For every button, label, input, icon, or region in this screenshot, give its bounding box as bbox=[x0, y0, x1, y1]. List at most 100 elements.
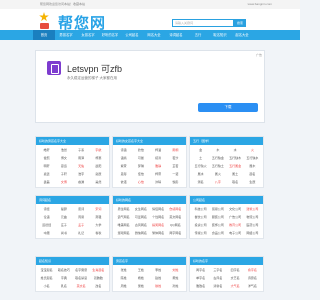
name-link[interactable]: 改名 bbox=[90, 284, 107, 288]
name-link[interactable]: 大气名 bbox=[227, 284, 244, 288]
name-link[interactable]: 三字名 bbox=[209, 268, 226, 272]
name-link[interactable]: 离骚 bbox=[90, 215, 107, 219]
name-link[interactable]: 道德经 bbox=[38, 223, 55, 227]
name-link[interactable]: 两字网名 bbox=[167, 231, 184, 235]
name-link[interactable]: 依诺 bbox=[115, 180, 132, 184]
site-url[interactable]: www.bangnin.com bbox=[248, 0, 272, 9]
panel-title[interactable]: 男孩名字 bbox=[113, 257, 186, 265]
name-link[interactable]: 小名 bbox=[38, 284, 55, 288]
name-link[interactable]: 语嫣 bbox=[115, 156, 132, 160]
name-link[interactable]: 木 bbox=[209, 148, 226, 152]
name-link[interactable]: 紫萱 bbox=[115, 164, 132, 168]
name-link[interactable]: 网络公司 bbox=[244, 231, 261, 235]
name-link[interactable]: 五行缺土 bbox=[209, 164, 226, 168]
name-link[interactable]: 晨阳 bbox=[90, 164, 107, 168]
name-link[interactable]: 取名禁忌 bbox=[73, 276, 90, 280]
name-link[interactable]: 传媒公司 bbox=[192, 231, 209, 235]
panel-title[interactable]: 公司起名 bbox=[190, 196, 263, 204]
name-link[interactable]: 嘉懿 bbox=[38, 172, 55, 176]
name-link[interactable]: 礼记 bbox=[73, 231, 90, 235]
name-link[interactable]: 论语 bbox=[38, 215, 55, 219]
panel-title[interactable]: 诗词起名 bbox=[36, 196, 109, 204]
name-link[interactable]: 文博 bbox=[55, 180, 72, 184]
name-link[interactable]: 张姓 bbox=[115, 268, 132, 272]
name-link[interactable]: 唐诗 bbox=[73, 207, 90, 211]
name-link[interactable]: 梓豪 bbox=[90, 156, 107, 160]
name-link[interactable]: 陈姓 bbox=[115, 276, 132, 280]
name-link[interactable]: 睿渊 bbox=[73, 180, 90, 184]
nav-item[interactable]: 起名大全 bbox=[231, 30, 253, 40]
name-link[interactable]: 梓涵 bbox=[150, 148, 167, 152]
download-button[interactable]: 下载 bbox=[198, 103, 258, 112]
panel-title[interactable]: 好听的网名 bbox=[113, 196, 186, 204]
panel-title[interactable]: 好听的名字 bbox=[190, 257, 263, 265]
name-link[interactable]: 搞笑网名 bbox=[150, 223, 167, 227]
panel-title[interactable]: 好听的女孩名字大全 bbox=[113, 137, 186, 145]
nav-item[interactable]: 网名大全 bbox=[143, 30, 165, 40]
name-link[interactable]: 古风网名 bbox=[132, 223, 149, 227]
name-link[interactable]: 可爱网名 bbox=[132, 215, 149, 219]
name-link[interactable]: 大学 bbox=[90, 223, 107, 227]
name-link[interactable]: 取名技巧 bbox=[55, 268, 72, 272]
name-link[interactable]: 贸易公司 bbox=[209, 207, 226, 211]
name-link[interactable]: 徐姓 bbox=[150, 284, 167, 288]
name-link[interactable]: 文艺名 bbox=[227, 276, 244, 280]
name-link[interactable]: 天佑 bbox=[73, 164, 90, 168]
name-link[interactable]: 梦琪 bbox=[132, 164, 149, 168]
name-link[interactable]: 生辰 bbox=[244, 180, 261, 184]
name-link[interactable]: 英文名 bbox=[73, 284, 90, 288]
name-link[interactable]: 思彤 bbox=[115, 172, 132, 176]
name-link[interactable]: 姓氏起名 bbox=[38, 276, 55, 280]
name-link[interactable]: 霸气网名 bbox=[115, 215, 132, 219]
name-link[interactable]: 五行缺木 bbox=[227, 156, 244, 160]
name-link[interactable]: 文化公司 bbox=[227, 207, 244, 211]
name-link[interactable]: 起名 bbox=[244, 172, 261, 176]
name-link[interactable]: 宋词 bbox=[90, 207, 107, 211]
name-link[interactable]: 火 bbox=[244, 148, 261, 152]
nav-item[interactable]: 取名知识 bbox=[209, 30, 231, 40]
name-link[interactable]: 子轩 bbox=[55, 172, 72, 176]
name-link[interactable]: 俊熙 bbox=[38, 156, 55, 160]
name-link[interactable]: 广告公司 bbox=[227, 215, 244, 219]
name-link[interactable]: 可馨 bbox=[132, 156, 149, 160]
name-link[interactable]: 李姓 bbox=[150, 268, 167, 272]
name-link[interactable]: 春秋 bbox=[90, 231, 107, 235]
name-link[interactable]: 五行属金 bbox=[227, 164, 244, 168]
name-link[interactable]: 悦彤 bbox=[167, 180, 184, 184]
name-link[interactable]: 英文网名 bbox=[167, 215, 184, 219]
name-link[interactable]: 浩宇 bbox=[73, 172, 90, 176]
name-link[interactable]: 明轩 bbox=[38, 164, 55, 168]
name-link[interactable]: 五行缺水 bbox=[244, 156, 261, 160]
name-link[interactable]: 子墨 bbox=[73, 148, 90, 152]
name-link[interactable]: 伤感网名 bbox=[167, 207, 184, 211]
panel-title[interactable]: 五行（国学） bbox=[190, 137, 263, 145]
name-link[interactable]: 王姓 bbox=[132, 268, 149, 272]
name-link[interactable]: 鑫磊 bbox=[38, 180, 55, 184]
name-link[interactable]: 测名 bbox=[192, 180, 209, 184]
name-link[interactable]: 若汐 bbox=[167, 156, 184, 160]
name-link[interactable]: 繁体网名 bbox=[150, 231, 167, 235]
name-link[interactable]: 刘姓 bbox=[167, 268, 184, 272]
name-link[interactable]: 微信网名 bbox=[132, 231, 149, 235]
name-link[interactable]: 周姓 bbox=[115, 284, 132, 288]
name-link[interactable]: 四字名 bbox=[227, 268, 244, 272]
name-link[interactable]: 电子公司 bbox=[227, 231, 244, 235]
name-link[interactable]: 古风名 bbox=[209, 276, 226, 280]
nav-item[interactable]: 好听的名字 bbox=[99, 30, 121, 40]
name-link[interactable]: 中庸 bbox=[38, 231, 55, 235]
name-link[interactable]: 餐饮公司 bbox=[192, 215, 209, 219]
name-link[interactable]: 双胞胎 bbox=[90, 276, 107, 280]
name-link[interactable]: 五行缺金 bbox=[209, 156, 226, 160]
name-link[interactable]: 装饰公司 bbox=[209, 223, 226, 227]
name-link[interactable]: 雅静 bbox=[150, 164, 167, 168]
name-link[interactable]: 孙姓 bbox=[167, 284, 184, 288]
ad-title[interactable]: Letsvpn 可zfb bbox=[67, 62, 122, 75]
name-link[interactable]: 昊然 bbox=[90, 180, 107, 184]
name-link[interactable]: 生肖起名 bbox=[90, 268, 107, 272]
name-link[interactable]: 服装公司 bbox=[209, 215, 226, 219]
name-link[interactable]: 雅致名 bbox=[192, 284, 209, 288]
name-link[interactable]: QQ网名 bbox=[167, 223, 184, 227]
name-link[interactable]: 建筑公司 bbox=[244, 207, 261, 211]
name-link[interactable]: 投资公司 bbox=[192, 223, 209, 227]
name-link[interactable]: 诗涵 bbox=[115, 148, 132, 152]
